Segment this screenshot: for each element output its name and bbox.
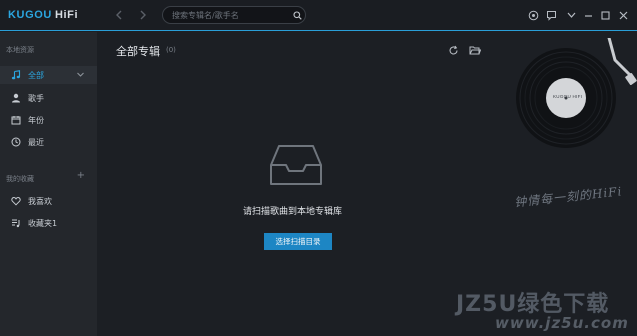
open-folder-icon[interactable] — [469, 44, 481, 56]
watermark-url: www.jz5u.com — [495, 314, 629, 332]
person-icon — [9, 93, 23, 103]
sidebar-item-label: 歌手 — [28, 93, 44, 103]
add-playlist-icon[interactable]: + — [77, 170, 85, 181]
sidebar-item-label: 全部 — [28, 70, 44, 80]
title-bar: KUGOU HiFi 搜索专辑名/歌手名 — [0, 0, 637, 31]
sidebar-item-label: 年份 — [28, 115, 44, 125]
search-icon[interactable] — [289, 10, 305, 20]
logo-sub-text: HiFi — [54, 9, 79, 21]
skin-icon[interactable] — [527, 9, 540, 22]
select-scan-folder-button[interactable]: 选择扫描目录 — [264, 233, 332, 250]
empty-box-icon — [269, 143, 323, 191]
app-logo: KUGOU HiFi — [8, 9, 78, 21]
forward-icon[interactable] — [136, 8, 150, 22]
sidebar-item-label: 收藏夹1 — [28, 218, 58, 228]
clock-icon — [9, 137, 23, 147]
page-title: 全部专辑 — [116, 45, 160, 58]
record-label-text: KUGOU HIFI — [553, 94, 583, 99]
minimize-icon[interactable] — [582, 9, 595, 22]
sidebar: 本地资源 全部 歌手 年份 最近 我的收藏 + 我喜欢 收藏夹1 — [0, 32, 97, 336]
empty-message: 请扫描歌曲到本地专辑库 — [243, 207, 343, 217]
refresh-icon[interactable] — [447, 44, 459, 56]
local-section-title: 本地资源 — [6, 46, 34, 54]
calendar-icon — [9, 115, 23, 125]
search-box[interactable]: 搜索专辑名/歌手名 — [162, 6, 306, 24]
sidebar-item-label: 我喜欢 — [28, 196, 52, 206]
sidebar-item-all[interactable]: 全部 — [0, 66, 97, 84]
album-count: (0) — [166, 46, 176, 54]
heart-icon — [9, 196, 23, 206]
close-icon[interactable] — [617, 9, 630, 22]
sidebar-item-singer[interactable]: 歌手 — [0, 89, 97, 107]
chevron-down-icon[interactable] — [76, 70, 85, 81]
menu-icon[interactable] — [565, 9, 578, 22]
sidebar-item-recent[interactable]: 最近 — [0, 133, 97, 151]
collection-section-title: 我的收藏 — [6, 175, 34, 183]
sidebar-item-playlist-1[interactable]: 收藏夹1 — [0, 214, 97, 232]
maximize-icon[interactable] — [599, 9, 612, 22]
message-icon[interactable] — [545, 9, 558, 22]
playlist-icon — [9, 218, 23, 228]
music-note-icon — [9, 70, 23, 80]
logo-main-text: KUGOU — [8, 9, 52, 21]
back-icon[interactable] — [112, 8, 126, 22]
sidebar-item-year[interactable]: 年份 — [0, 111, 97, 129]
search-input[interactable]: 搜索专辑名/歌手名 — [163, 10, 289, 21]
sidebar-item-label: 最近 — [28, 137, 44, 147]
sidebar-item-favorites[interactable]: 我喜欢 — [0, 192, 97, 210]
